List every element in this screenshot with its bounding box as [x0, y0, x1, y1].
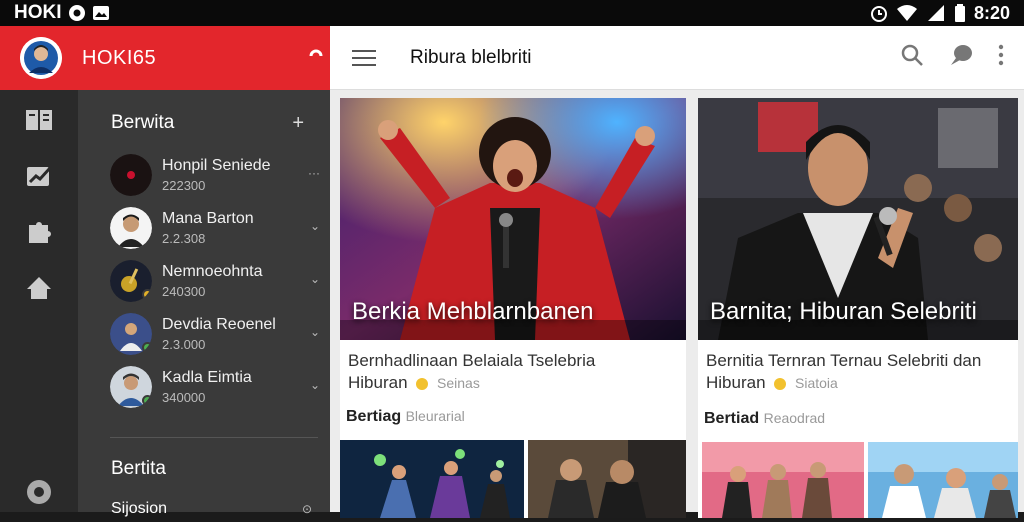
contact-item[interactable]: Mana Barton 2.2.308 ⌄	[110, 203, 320, 253]
news-thumbnail[interactable]	[340, 440, 524, 518]
nav-rail-icons	[0, 90, 78, 318]
rail-item-home[interactable]	[0, 262, 78, 318]
contact-sub: 240300	[162, 284, 206, 299]
news-card[interactable]: Barnita; Hiburan Selebriti Bernitia Tern…	[698, 98, 1018, 518]
gallery-icon	[92, 4, 110, 22]
rail-item-trending[interactable]	[0, 150, 78, 206]
news-card-desc-line1: Bernhadlinaan Belaiala Tselebria	[348, 351, 596, 370]
contact-avatar	[110, 260, 152, 302]
search-icon[interactable]	[900, 43, 924, 72]
trending-icon	[26, 164, 52, 193]
emoji-icon	[774, 377, 787, 390]
contact-sub: 2.2.308	[162, 231, 206, 246]
news-card-desc-line2: Hiburan	[348, 373, 408, 392]
contact-avatar	[110, 154, 152, 196]
signal-icon	[926, 4, 946, 22]
news-card-desc-line1: Bernitia Ternran Ternau Selebriti dan	[706, 351, 982, 370]
battery-icon	[954, 4, 966, 22]
more-icon[interactable]: ···	[308, 166, 320, 180]
news-card-tag-label: Bertiad	[704, 410, 760, 427]
settings-icon	[24, 477, 54, 512]
contact-sub: 222300	[162, 178, 206, 193]
online-badge	[142, 289, 152, 300]
news-card-desc-muted: Siatoia	[795, 375, 838, 391]
news-thumbnail[interactable]	[868, 442, 1018, 518]
divider	[110, 437, 318, 438]
news-thumbnail[interactable]	[702, 442, 864, 518]
contact-name: Kadla Eimtia	[162, 369, 252, 386]
news-card-tag[interactable]: Bertiad Reaodrad	[704, 410, 825, 428]
chevron-down-icon[interactable]: ⌄	[310, 272, 320, 286]
notification-icon	[68, 4, 86, 22]
news-card-tag[interactable]: Bertiag Bleurarial	[346, 408, 465, 426]
wifi-icon	[896, 4, 918, 22]
drawer-section-title[interactable]: Bertita	[111, 458, 166, 480]
puzzle-icon	[26, 219, 52, 250]
info-icon[interactable]: ⊙	[302, 502, 312, 516]
news-card-image-title: Barnita; Hiburan Selebriti	[710, 298, 977, 325]
news-card-desc-line2: Hiburan	[706, 373, 766, 392]
chevron-down-icon[interactable]: ⌄	[310, 378, 320, 392]
drawer-section-title: Berwita	[111, 112, 175, 133]
contact-avatar	[110, 313, 152, 355]
contact-item[interactable]: Kadla Eimtia 340000 ⌄	[110, 362, 320, 412]
drawer-title: HOKI65	[82, 46, 157, 69]
status-time: 8:20	[973, 2, 1010, 23]
news-card-desc-muted: Seinas	[437, 375, 480, 391]
chevron-down-icon[interactable]: ⌄	[310, 325, 320, 339]
news-card-tag-label: Bertiag	[346, 408, 402, 425]
drawer-header: HOKI65	[0, 26, 330, 90]
status-app-name: HOKI	[14, 2, 62, 23]
link-icon[interactable]	[308, 47, 324, 70]
contact-item[interactable]: Nemnoeohnta 240300 ⌄	[110, 256, 320, 306]
contact-item[interactable]: Honpil Seniede 222300 ···	[110, 150, 320, 200]
news-thumbnail[interactable]	[528, 440, 686, 518]
chat-icon[interactable]	[948, 43, 974, 72]
news-card-description: Bernhadlinaan Belaiala Tselebria Hiburan…	[348, 350, 668, 394]
news-card-image[interactable]: Barnita; Hiburan Selebriti	[698, 98, 1018, 340]
news-card[interactable]: Berkia Mehblarnbanen Bernhadlinaan Belai…	[340, 98, 686, 518]
contact-avatar	[110, 207, 152, 249]
contact-avatar	[110, 366, 152, 408]
rail-item-book[interactable]	[0, 94, 78, 150]
main-content: Ribura blelbriti Berkia Mehblarnbanen Be…	[330, 26, 1024, 518]
page-title: Ribura blelbriti	[410, 46, 532, 68]
user-avatar[interactable]	[20, 37, 62, 79]
contact-name: Devdia Reoenel	[162, 316, 276, 333]
home-icon	[26, 276, 52, 305]
contact-name: Mana Barton	[162, 210, 254, 227]
book-icon	[25, 108, 53, 137]
contact-sub: 2.3.000	[162, 337, 206, 352]
status-bar: HOKI 8:20	[0, 0, 1024, 26]
alarm-icon	[870, 4, 888, 22]
news-card-description: Bernitia Ternran Ternau Selebriti dan Hi…	[706, 350, 1016, 394]
news-card-tag-muted: Bleurarial	[405, 408, 465, 424]
toolbar: Ribura blelbriti	[330, 26, 1024, 90]
rail-item-settings[interactable]	[0, 466, 78, 522]
add-icon[interactable]: +	[292, 112, 304, 135]
online-badge	[142, 342, 152, 353]
menu-icon[interactable]	[352, 45, 376, 71]
drawer-list: Berwita + Honpil Seniede 222300 ··· Mana…	[78, 90, 330, 517]
emoji-icon	[416, 377, 429, 390]
contact-item[interactable]: Devdia Reoenel 2.3.000 ⌄	[110, 309, 320, 359]
news-card-image[interactable]: Berkia Mehblarnbanen	[340, 98, 686, 340]
chevron-down-icon[interactable]: ⌄	[310, 219, 320, 233]
rail-item-puzzle[interactable]	[0, 206, 78, 262]
online-badge	[142, 395, 152, 406]
more-vert-icon[interactable]	[998, 44, 1004, 71]
drawer-section-title[interactable]: Sijosion	[111, 500, 167, 518]
news-card-image-title: Berkia Mehblarnbanen	[352, 298, 594, 325]
contact-name: Honpil Seniede	[162, 157, 271, 174]
contact-name: Nemnoeohnta	[162, 263, 263, 280]
news-card-tag-muted: Reaodrad	[763, 410, 826, 426]
contact-sub: 340000	[162, 390, 206, 405]
